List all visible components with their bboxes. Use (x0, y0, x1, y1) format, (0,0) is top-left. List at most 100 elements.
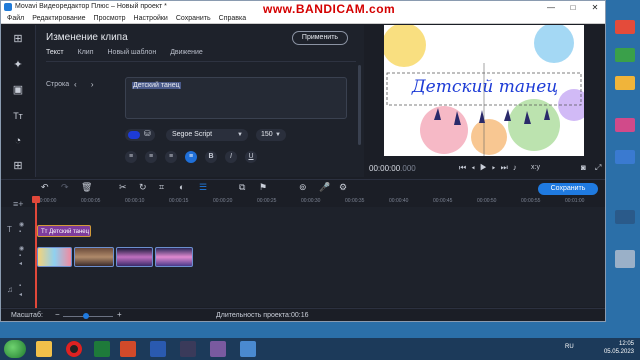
color-adjust-icon[interactable]: ◐ (179, 182, 184, 192)
desktop-shortcut-icon[interactable] (615, 76, 635, 90)
tab-clip[interactable]: Клип (78, 49, 94, 56)
visibility-icon[interactable]: ◉ (19, 245, 24, 252)
export-save-button[interactable]: Сохранить (538, 183, 598, 195)
panel-scrollbar[interactable] (358, 65, 361, 145)
video-clip[interactable] (116, 247, 153, 267)
close-button[interactable]: ✕ (587, 3, 603, 12)
crop-icon[interactable]: ⌗ (159, 182, 164, 193)
apply-button[interactable]: Применить (292, 31, 348, 45)
align-right-button[interactable]: ≡ (165, 151, 177, 163)
title-clip[interactable]: Тт Детский танец (37, 225, 91, 237)
tab-new-template[interactable]: Новый шаблон (108, 49, 157, 56)
system-clock[interactable]: 12:05 05.05.2023 (604, 340, 634, 356)
import-icon[interactable]: ⊞ (10, 31, 26, 47)
line-switch-arrows[interactable]: ‹ › (74, 80, 100, 89)
zoom-out-icon[interactable]: − (55, 310, 60, 319)
marker-icon[interactable]: ⚑ (259, 182, 267, 193)
align-center-button[interactable]: ≡ (145, 151, 157, 163)
text-color-picker[interactable]: ⛁ (125, 129, 155, 141)
video-clip[interactable] (74, 247, 114, 267)
app-icon[interactable] (240, 341, 256, 357)
word-icon[interactable] (150, 341, 166, 357)
rotate-icon[interactable]: ↻ (139, 182, 147, 193)
skip-back-icon[interactable]: ⏮ (459, 163, 471, 172)
mute-icon[interactable]: ◂ (19, 260, 22, 267)
desktop-shortcut-icon[interactable] (615, 118, 635, 132)
explorer-icon[interactable] (36, 341, 52, 357)
fullscreen-icon[interactable]: ⤢ (595, 163, 601, 173)
clip-editor-panel: Изменение клипа Применить Текст Клип Нов… (36, 25, 364, 177)
clip-properties-icon[interactable]: ☰ (199, 182, 207, 193)
aspect-ratio-select[interactable]: x:y (531, 164, 540, 171)
playhead[interactable] (32, 196, 40, 308)
timeline-ruler[interactable]: 00:00:00 00:00:05 00:00:10 00:00:15 00:0… (35, 196, 605, 206)
movavi-icon[interactable] (180, 341, 196, 357)
start-button[interactable] (4, 340, 26, 358)
excel-icon[interactable] (94, 341, 110, 357)
playback-bar: 00:00:00.000 ⏮◂▶▸⏭♪ x:y ◙ ⤢ (365, 159, 605, 177)
record-icon[interactable] (66, 341, 82, 357)
menu-settings[interactable]: Настройки (134, 13, 168, 23)
zoom-slider-handle[interactable] (83, 313, 89, 319)
underline-button[interactable]: U (245, 151, 257, 163)
tab-text[interactable]: Текст (46, 49, 64, 56)
filters-icon[interactable]: ▣ (10, 82, 26, 98)
mute-icon[interactable]: ◂ (19, 291, 22, 298)
italic-button[interactable]: I (225, 151, 237, 163)
bold-button[interactable]: B (205, 151, 217, 163)
lock-icon[interactable]: ▪ (19, 229, 21, 235)
menu-edit[interactable]: Редактирование (32, 13, 85, 23)
align-left-button[interactable]: ≡ (125, 151, 137, 163)
font-size-select[interactable]: 150 ▼ (256, 129, 286, 141)
language-indicator[interactable]: RU (565, 344, 574, 350)
font-family-select[interactable]: Segoe Script ▼ (166, 129, 248, 141)
menu-file[interactable]: Файл (7, 13, 24, 23)
color-swatch (128, 131, 140, 139)
transitions-icon[interactable]: ◔ (10, 133, 26, 149)
step-forward-icon[interactable]: ▸ (492, 163, 501, 172)
overlay-icon[interactable]: ⧉ (239, 182, 245, 193)
video-clip[interactable] (155, 247, 193, 267)
minimize-button[interactable]: — (543, 3, 559, 12)
maximize-button[interactable]: □ (565, 3, 581, 12)
record-audio-icon[interactable]: ⊚ (299, 182, 307, 193)
zoom-in-icon[interactable]: + (117, 310, 122, 319)
visibility-icon[interactable]: ◉ (19, 221, 24, 228)
tab-motion[interactable]: Движение (170, 49, 203, 56)
skip-forward-icon[interactable]: ⏭ (501, 163, 513, 172)
desktop-shortcut-icon[interactable] (615, 150, 635, 164)
video-clip[interactable] (37, 247, 72, 267)
volume-icon[interactable]: ♪ (513, 163, 522, 172)
desktop-shortcut-icon[interactable] (615, 48, 635, 62)
app-icon[interactable] (210, 341, 226, 357)
powerpoint-icon[interactable] (120, 341, 136, 357)
justify-button[interactable]: ≡ (185, 151, 197, 163)
lock-icon[interactable]: ▪ (19, 283, 21, 289)
title-text-input[interactable]: Детский танец (125, 77, 347, 119)
undo-icon[interactable]: ↶ (41, 182, 49, 193)
magic-wand-icon[interactable]: ✦ (10, 57, 26, 73)
desktop-shortcut-icon[interactable] (615, 20, 635, 34)
cut-icon[interactable]: ✂ (119, 182, 127, 193)
panel-title: Изменение клипа (46, 32, 128, 43)
titles-icon[interactable]: Tт (10, 108, 26, 124)
zoom-label: Масштаб: (11, 312, 43, 319)
menu-help[interactable]: Справка (219, 13, 246, 23)
menu-save[interactable]: Сохранить (176, 13, 211, 23)
timecode: 00:00:00.000 (369, 164, 416, 173)
menu-view[interactable]: Просмотр (94, 13, 126, 23)
step-back-icon[interactable]: ◂ (471, 163, 480, 172)
desktop-shortcut-icon[interactable] (615, 210, 635, 224)
clock-date: 05.05.2023 (603, 349, 634, 355)
more-tools-icon[interactable]: ⊞ (10, 158, 26, 174)
video-preview[interactable]: Детский танец (384, 25, 584, 156)
snapshot-icon[interactable]: ◙ (581, 163, 586, 172)
microphone-icon[interactable]: 🎤 (319, 182, 330, 193)
recycle-bin-icon[interactable] (615, 250, 635, 268)
redo-icon[interactable]: ↷ (61, 182, 69, 193)
play-icon[interactable]: ▶ (480, 163, 492, 172)
window-title: Movavi Видеоредактор Плюс – Новый проект… (15, 3, 167, 10)
lock-icon[interactable]: ▪ (19, 253, 21, 259)
trash-icon[interactable]: 🗑 (81, 182, 92, 193)
settings-icon[interactable]: ⚙ (339, 182, 347, 193)
